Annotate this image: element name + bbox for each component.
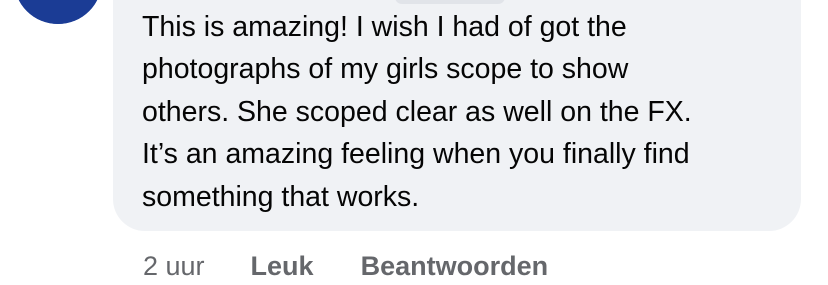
comment-text-line: photographs of my girls scope to show: [142, 53, 629, 86]
like-button[interactable]: Leuk: [251, 251, 314, 282]
author-badge-placeholder: [395, 0, 505, 4]
comment-text-line: something that works.: [142, 180, 420, 213]
comment-actions: 2 uur Leuk Beantwoorden: [143, 248, 548, 284]
comment-text-line: It’s an amazing feeling when you finally…: [142, 138, 690, 171]
avatar[interactable]: [14, 0, 102, 24]
reply-button[interactable]: Beantwoorden: [361, 251, 549, 282]
comment-text: This is amazing! I wish I had of got the…: [142, 6, 782, 218]
comment-text-line: others. She scoped clear as well on the …: [142, 95, 692, 128]
comment-text-line: This is amazing! I wish I had of got the: [142, 11, 627, 43]
comment-timestamp[interactable]: 2 uur: [143, 251, 205, 282]
avatar-image-band-dark: [14, 0, 102, 24]
